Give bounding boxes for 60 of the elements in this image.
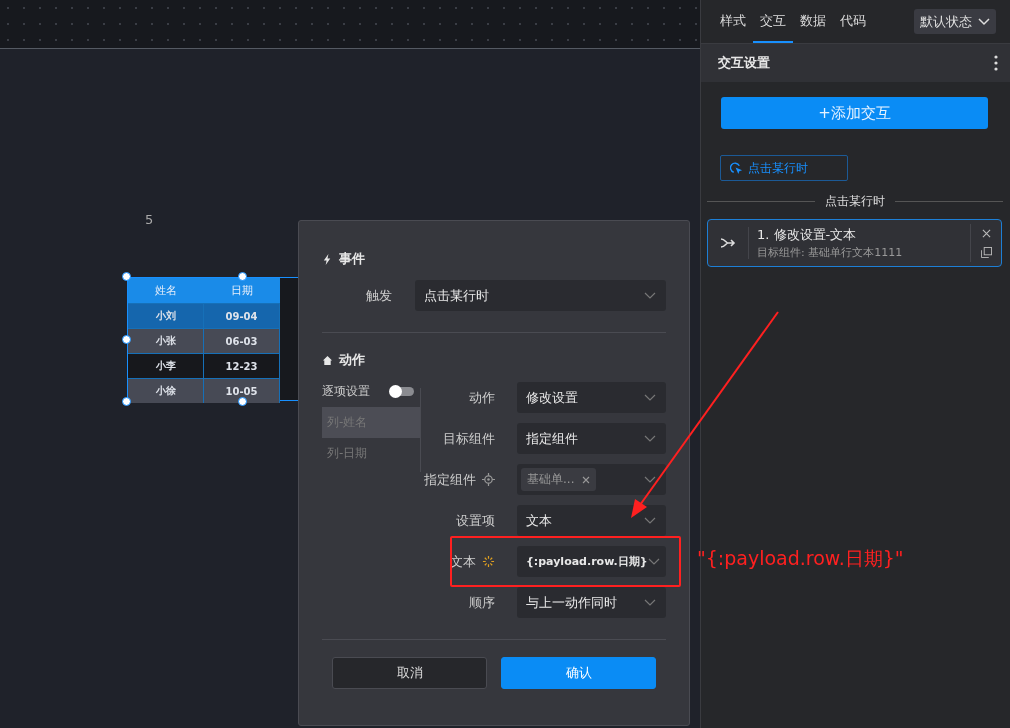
tab[interactable]: 代码 — [833, 0, 873, 43]
table-row[interactable]: 小张 06-03 — [128, 328, 280, 353]
merge-arrow-icon — [720, 237, 736, 249]
table-row[interactable]: 小李 12-23 — [128, 353, 280, 378]
column-header: 姓名 — [154, 283, 178, 299]
toggle-switch[interactable] — [390, 386, 414, 396]
tab[interactable]: 样式 — [713, 0, 753, 43]
action-card[interactable]: 1. 修改设置-文本 目标组件: 基础单行文本1111 — [707, 219, 1002, 267]
component-tag: 基础单... — [521, 468, 597, 491]
select-field[interactable]: 点击某行时 — [414, 280, 666, 311]
chevron-icon — [644, 516, 656, 525]
panel-title: 交互设置 — [718, 54, 770, 72]
chevron-icon — [978, 17, 990, 26]
crosshair-icon — [482, 473, 495, 486]
house-icon — [322, 354, 333, 366]
resize-handle[interactable] — [238, 397, 247, 406]
field-label: 指定组件 — [424, 470, 476, 489]
chevron-icon — [644, 434, 656, 443]
field-label: 顺序 — [469, 593, 495, 612]
select-field[interactable]: 与上一动作同时 — [517, 587, 666, 618]
section-title: 动作 — [339, 351, 365, 369]
click-cursor-icon — [730, 161, 743, 175]
close-icon[interactable] — [981, 228, 991, 238]
tab[interactable]: 数据 — [793, 0, 833, 43]
table-row[interactable]: 小刘 09-04 — [128, 303, 280, 328]
select-field[interactable]: 指定组件 — [517, 423, 666, 454]
resize-handle[interactable] — [122, 335, 131, 344]
lightning-icon — [322, 253, 333, 265]
resize-handle[interactable] — [122, 272, 131, 281]
resize-handle[interactable] — [238, 272, 247, 281]
copy-icon[interactable] — [980, 246, 992, 258]
chevron-icon — [644, 475, 656, 484]
field-label: 动作 — [469, 388, 495, 407]
resize-handle[interactable] — [122, 397, 131, 406]
action-subtitle: 目标组件: 基础单行文本1111 — [757, 245, 904, 260]
field-label: 目标组件 — [443, 429, 495, 448]
field-label: 设置项 — [456, 511, 495, 530]
more-icon[interactable] — [994, 55, 998, 71]
chevron-icon — [644, 291, 656, 300]
section-title: 事件 — [339, 250, 365, 268]
select-field[interactable]: 文本 — [517, 505, 666, 536]
chevron-icon — [647, 557, 660, 566]
select-field[interactable]: 基础单... — [517, 464, 666, 495]
annotation-text: "{:payload.row.日期}" — [697, 546, 904, 571]
sparkle-icon — [482, 555, 495, 568]
chevron-icon — [644, 598, 656, 607]
chevron-icon — [644, 393, 656, 402]
field-label: 触发 — [364, 286, 393, 305]
trigger-tag[interactable]: 点击某行时 — [720, 155, 848, 181]
table-row[interactable]: 小徐 10-05 — [128, 378, 280, 403]
cancel-button[interactable]: 取消 — [332, 657, 487, 689]
canvas-label: 5 — [145, 212, 154, 227]
state-dropdown[interactable]: 默认状态 — [914, 9, 996, 34]
group-title: 点击某行时 — [825, 193, 885, 210]
column-header: 日期 — [230, 283, 254, 299]
close-icon[interactable] — [582, 475, 591, 484]
toggle-label: 逐项设置 — [322, 382, 370, 400]
select-field[interactable]: {:payload.row.日期} — [517, 546, 666, 577]
select-field[interactable]: 修改设置 — [517, 382, 666, 413]
action-title: 1. 修改设置-文本 — [757, 226, 858, 244]
